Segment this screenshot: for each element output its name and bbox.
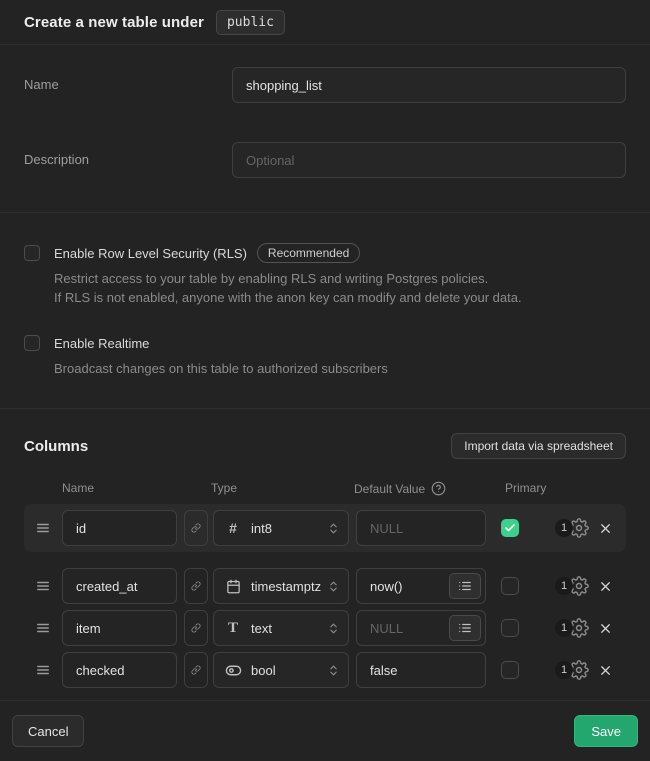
delete-column-button[interactable] [598, 621, 613, 636]
column-type-select[interactable]: timestamptz [213, 568, 349, 604]
list-icon [458, 621, 472, 635]
delete-column-button[interactable] [598, 579, 613, 594]
column-default-input[interactable] [356, 510, 486, 546]
table-info-section: Name Description [0, 45, 650, 213]
column-settings-button[interactable]: 1 [555, 660, 589, 680]
column-name-input[interactable] [62, 510, 177, 546]
delete-column-button[interactable] [598, 521, 613, 536]
settings-count-badge: 1 [555, 619, 573, 637]
default-value-suggestions-button[interactable] [449, 573, 481, 599]
chevrons-up-down-icon [327, 580, 340, 593]
settings-count-badge: 1 [555, 661, 573, 679]
chevrons-up-down-icon [327, 622, 340, 635]
primary-key-checkbox[interactable] [501, 661, 519, 679]
column-name-input[interactable] [62, 652, 177, 688]
header-type: Type [211, 481, 237, 495]
close-icon [598, 579, 613, 594]
help-circle-icon[interactable] [431, 481, 446, 496]
close-icon [598, 621, 613, 636]
foreign-key-link-icon[interactable] [184, 510, 208, 546]
drag-handle-icon[interactable] [36, 579, 50, 593]
column-default-input[interactable] [356, 652, 486, 688]
primary-key-checkbox[interactable] [501, 577, 519, 595]
rls-title: Enable Row Level Security (RLS) [54, 246, 247, 261]
column-type-select[interactable]: bool [213, 652, 349, 688]
dialog-footer: Cancel Save [0, 700, 650, 761]
drag-handle-icon[interactable] [36, 521, 50, 535]
column-row-checked: bool 1 [24, 652, 626, 688]
create-table-dialog: Create a new table under public Name Des… [0, 0, 650, 761]
check-icon [504, 522, 516, 534]
columns-table-headers: Name Type Default Value Primary [24, 481, 626, 495]
close-icon [598, 521, 613, 536]
import-spreadsheet-button[interactable]: Import data via spreadsheet [451, 433, 626, 459]
primary-key-checkbox[interactable] [501, 519, 519, 537]
primary-key-checkbox[interactable] [501, 619, 519, 637]
list-icon [458, 579, 472, 593]
column-settings-button[interactable]: 1 [555, 576, 589, 596]
drag-handle-icon[interactable] [36, 621, 50, 635]
text-icon: T [224, 620, 242, 637]
table-options-section: Enable Row Level Security (RLS) Recommen… [0, 213, 650, 409]
column-name-input[interactable] [62, 610, 177, 646]
hash-icon: # [224, 520, 242, 536]
foreign-key-link-icon[interactable] [184, 568, 208, 604]
rls-description: Restrict access to your table by enablin… [54, 269, 522, 307]
description-label: Description [24, 142, 232, 167]
description-field-wrap [232, 142, 626, 178]
realtime-checkbox[interactable] [24, 335, 40, 351]
columns-title: Columns [24, 438, 88, 455]
name-label: Name [24, 67, 232, 92]
realtime-texts: Enable Realtime Broadcast changes on thi… [54, 333, 388, 378]
foreign-key-link-icon[interactable] [184, 610, 208, 646]
default-value-suggestions-button[interactable] [449, 615, 481, 641]
columns-section: Columns Import data via spreadsheet Name… [0, 409, 650, 700]
save-button[interactable]: Save [574, 715, 638, 747]
table-name-input[interactable] [232, 67, 626, 103]
column-type-select[interactable]: T text [213, 610, 349, 646]
name-field-wrap [232, 67, 626, 103]
column-settings-button[interactable]: 1 [555, 518, 589, 538]
dialog-title: Create a new table under [24, 14, 204, 31]
toggle-icon [224, 662, 242, 679]
dialog-header: Create a new table under public [0, 0, 650, 45]
header-default-value: Default Value [354, 482, 425, 496]
rls-block: Enable Row Level Security (RLS) Recommen… [24, 243, 626, 307]
header-name: Name [62, 481, 94, 495]
columns-rows: # int8 1 [24, 504, 626, 688]
column-settings-button[interactable]: 1 [555, 618, 589, 638]
chevrons-up-down-icon [327, 664, 340, 677]
rls-texts: Enable Row Level Security (RLS) Recommen… [54, 243, 522, 307]
calendar-icon [224, 579, 242, 594]
column-row-created-at: timestamptz 1 [24, 568, 626, 604]
settings-count-badge: 1 [555, 519, 573, 537]
realtime-block: Enable Realtime Broadcast changes on thi… [24, 333, 626, 378]
foreign-key-link-icon[interactable] [184, 652, 208, 688]
name-field-row: Name [24, 67, 626, 103]
delete-column-button[interactable] [598, 663, 613, 678]
column-row-item: T text 1 [24, 610, 626, 646]
close-icon [598, 663, 613, 678]
column-name-input[interactable] [62, 568, 177, 604]
column-type-select[interactable]: # int8 [213, 510, 349, 546]
header-primary: Primary [505, 481, 546, 495]
description-field-row: Description [24, 142, 626, 178]
rls-checkbox[interactable] [24, 245, 40, 261]
schema-badge: public [216, 10, 285, 35]
recommended-badge: Recommended [257, 243, 360, 263]
drag-handle-icon[interactable] [36, 663, 50, 677]
settings-count-badge: 1 [555, 577, 573, 595]
cancel-button[interactable]: Cancel [12, 715, 84, 747]
table-description-input[interactable] [232, 142, 626, 178]
realtime-description: Broadcast changes on this table to autho… [54, 359, 388, 378]
column-row-id: # int8 1 [24, 504, 626, 552]
chevrons-up-down-icon [327, 522, 340, 535]
realtime-title: Enable Realtime [54, 336, 149, 351]
